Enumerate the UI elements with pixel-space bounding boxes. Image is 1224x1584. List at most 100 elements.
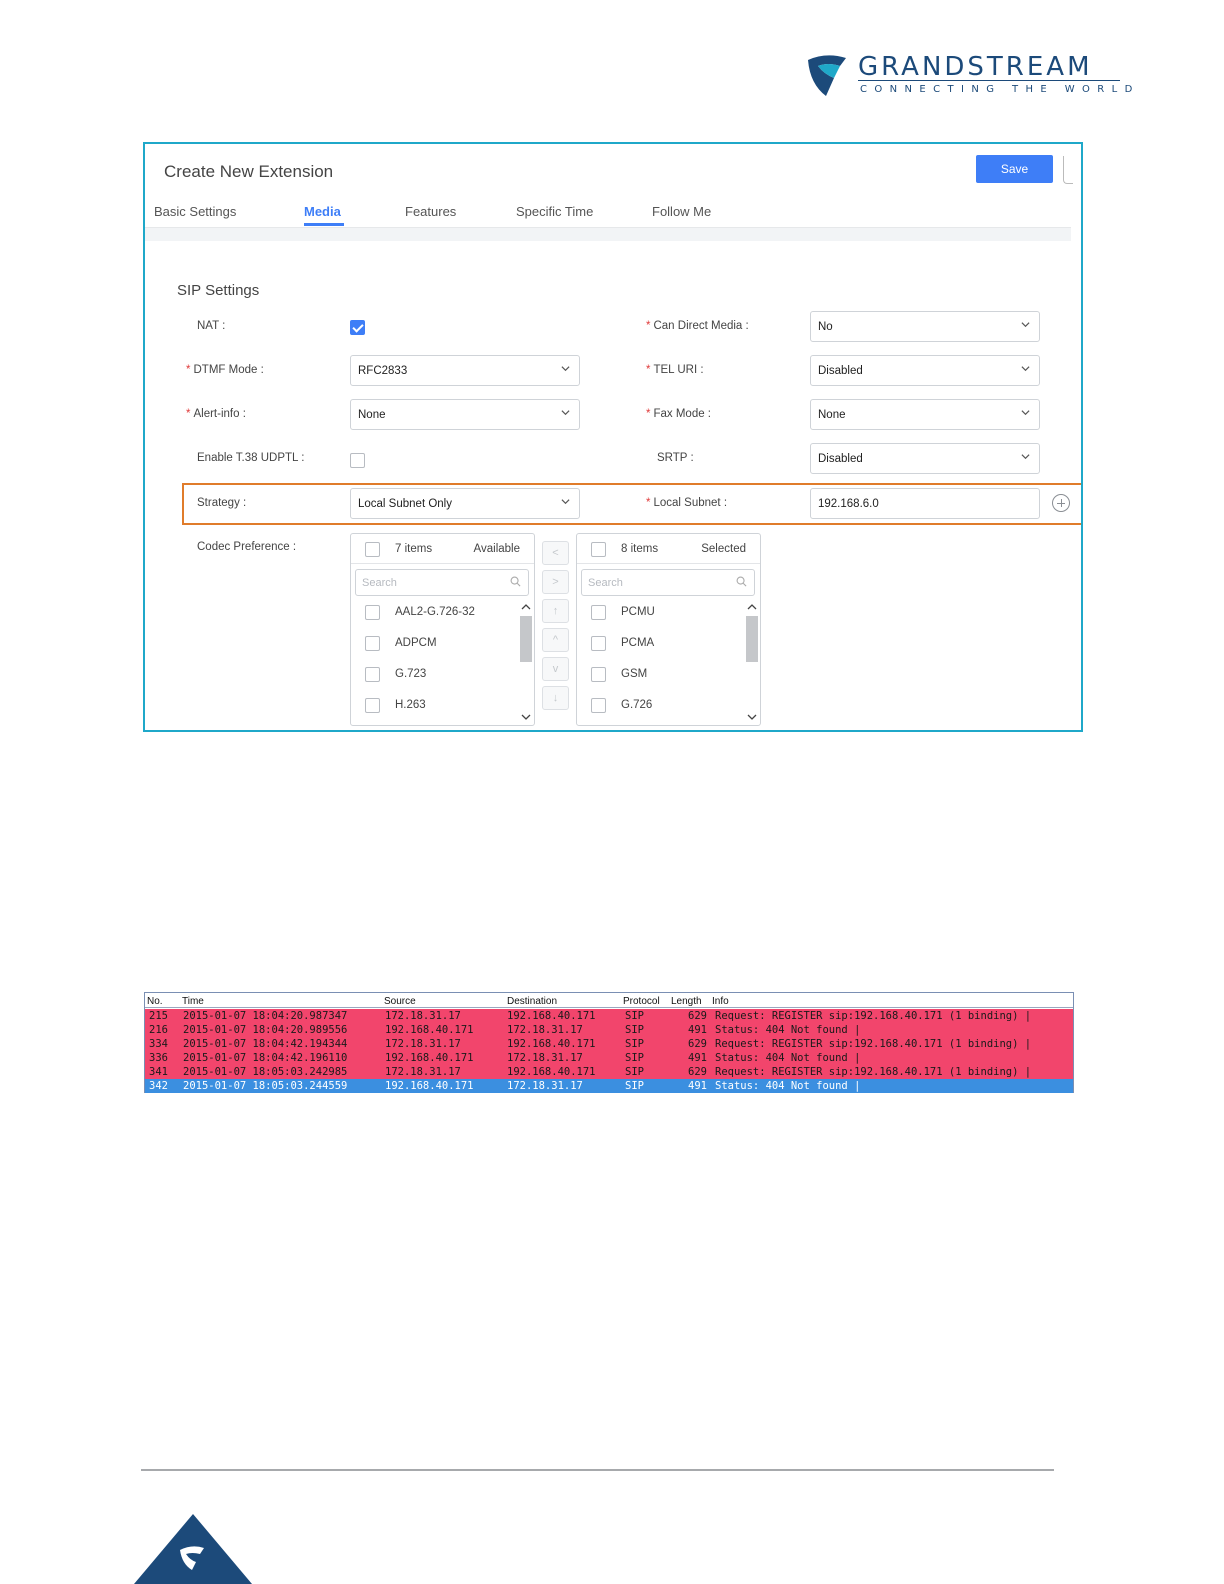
table-row[interactable]: 216 2015-01-07 18:04:20.989556 192.168.40.…	[145, 1023, 1073, 1037]
selected-select-all-checkbox[interactable]	[591, 542, 606, 557]
item-checkbox[interactable]	[591, 605, 606, 620]
search-icon	[510, 576, 521, 587]
fax-mode-select[interactable]: None	[810, 399, 1040, 430]
strategy-value: Local Subnet Only	[358, 497, 452, 510]
cell-time: 2015-01-07 18:04:42.196110	[183, 1052, 348, 1064]
cell-destination: 192.168.40.171	[507, 1066, 596, 1078]
cell-info: Status: 404 Not found |	[715, 1052, 861, 1064]
move-down-button[interactable]: v	[542, 657, 569, 681]
tab-basic-settings[interactable]: Basic Settings	[154, 204, 236, 219]
scroll-down-icon[interactable]	[747, 712, 757, 722]
enable-t38-checkbox[interactable]	[350, 453, 365, 468]
scroll-up-icon[interactable]	[747, 602, 757, 612]
cell-length: 491	[688, 1024, 707, 1036]
available-list-header: 7 items Available	[351, 534, 534, 564]
nat-label: NAT :	[197, 320, 226, 332]
list-item[interactable]: AAL2-G.726-32	[351, 598, 516, 628]
cell-info: Status: 404 Not found |	[715, 1024, 861, 1036]
item-label: G.723	[395, 668, 427, 680]
footer-logo-icon	[134, 1514, 252, 1584]
cancel-button-edge[interactable]	[1063, 156, 1073, 184]
table-row[interactable]: 341 2015-01-07 18:05:03.242985 172.18.31.1…	[145, 1065, 1073, 1079]
cell-length: 629	[688, 1066, 707, 1078]
cell-source: 192.168.40.171	[385, 1052, 474, 1064]
extension-dialog-screenshot: Create New Extension Save Basic Settings…	[143, 142, 1083, 732]
column-header-info: Info	[712, 996, 729, 1007]
item-checkbox[interactable]	[591, 667, 606, 682]
list-item[interactable]: H.263	[351, 691, 516, 721]
column-header-protocol: Protocol	[623, 996, 660, 1007]
selected-count: 8 items	[621, 543, 659, 555]
dtmf-mode-value: RFC2833	[358, 364, 408, 377]
tab-follow-me[interactable]: Follow Me	[652, 204, 711, 219]
dtmf-mode-select[interactable]: RFC2833	[350, 355, 580, 386]
nat-checkbox[interactable]	[350, 320, 365, 335]
cell-info: Request: REGISTER sip:192.168.40.171 (1 …	[715, 1066, 1032, 1078]
grandstream-logo: GRANDSTREAM CONNECTING THE WORLD	[804, 50, 1132, 102]
can-direct-media-select[interactable]: No	[810, 311, 1040, 342]
cell-destination: 172.18.31.17	[507, 1080, 583, 1092]
list-item[interactable]: G.723	[351, 660, 516, 690]
scroll-up-icon[interactable]	[521, 602, 531, 612]
list-item[interactable]: PCMU	[577, 598, 742, 628]
save-button[interactable]: Save	[976, 155, 1053, 183]
fax-mode-label: * Fax Mode :	[646, 408, 712, 420]
add-subnet-icon[interactable]	[1052, 494, 1070, 512]
selected-search-placeholder: Search	[588, 576, 623, 589]
table-row[interactable]: 215 2015-01-07 18:04:20.987347 172.18.31.1…	[145, 1009, 1073, 1023]
scroll-down-icon[interactable]	[521, 712, 531, 722]
cell-protocol: SIP	[625, 1024, 644, 1036]
available-scrollbar[interactable]	[519, 602, 532, 722]
selected-scrollbar[interactable]	[745, 602, 758, 722]
item-checkbox[interactable]	[365, 605, 380, 620]
dialog-title: Create New Extension	[164, 162, 334, 181]
tab-media[interactable]: Media	[304, 204, 341, 219]
item-checkbox[interactable]	[365, 667, 380, 682]
tab-features[interactable]: Features	[405, 204, 456, 219]
cell-destination: 172.18.31.17	[507, 1024, 583, 1036]
local-subnet-input[interactable]: 192.168.6.0	[810, 488, 1040, 519]
move-right-button[interactable]: >	[542, 570, 569, 594]
move-top-button[interactable]: ↑	[542, 599, 569, 623]
available-select-all-checkbox[interactable]	[365, 542, 380, 557]
cell-length: 629	[688, 1038, 707, 1050]
chevron-down-icon	[1021, 366, 1030, 372]
available-search-input[interactable]: Search	[355, 569, 529, 596]
tel-uri-select[interactable]: Disabled	[810, 355, 1040, 386]
can-direct-media-label: * Can Direct Media :	[646, 320, 749, 332]
scroll-thumb[interactable]	[520, 616, 532, 662]
table-row[interactable]: 336 2015-01-07 18:04:42.196110 192.168.40.…	[145, 1051, 1073, 1065]
cell-no: 336	[149, 1052, 168, 1064]
column-header-length: Length	[671, 996, 702, 1007]
move-up-button[interactable]: ^	[542, 628, 569, 652]
local-subnet-value: 192.168.6.0	[818, 497, 879, 510]
cell-protocol: SIP	[625, 1080, 644, 1092]
item-checkbox[interactable]	[365, 636, 380, 651]
tel-uri-label: * TEL URI :	[646, 364, 704, 376]
list-item[interactable]: GSM	[577, 660, 742, 690]
item-checkbox[interactable]	[591, 698, 606, 713]
cell-time: 2015-01-07 18:04:42.194344	[183, 1038, 348, 1050]
move-left-button[interactable]: <	[542, 541, 569, 565]
item-checkbox[interactable]	[365, 698, 380, 713]
srtp-select[interactable]: Disabled	[810, 443, 1040, 474]
selected-search-input[interactable]: Search	[581, 569, 755, 596]
selected-title: Selected	[701, 543, 746, 555]
list-item[interactable]: ADPCM	[351, 629, 516, 659]
strategy-select[interactable]: Local Subnet Only	[350, 488, 580, 519]
scroll-thumb[interactable]	[746, 616, 758, 662]
alert-info-select[interactable]: None	[350, 399, 580, 430]
tab-specific-time[interactable]: Specific Time	[516, 204, 593, 219]
chevron-down-icon	[561, 366, 570, 372]
item-checkbox[interactable]	[591, 636, 606, 651]
list-item[interactable]: G.726	[577, 691, 742, 721]
move-bottom-button[interactable]: ↓	[542, 686, 569, 710]
table-row[interactable]: 342 2015-01-07 18:05:03.244559 192.168.40.…	[145, 1079, 1073, 1093]
cell-info: Status: 404 Not found |	[715, 1080, 861, 1092]
srtp-value: Disabled	[818, 452, 863, 465]
item-label: H.263	[395, 699, 426, 711]
table-row[interactable]: 334 2015-01-07 18:04:42.194344 172.18.31.1…	[145, 1037, 1073, 1051]
cell-time: 2015-01-07 18:04:20.987347	[183, 1010, 348, 1022]
cell-no: 341	[149, 1066, 168, 1078]
list-item[interactable]: PCMA	[577, 629, 742, 659]
